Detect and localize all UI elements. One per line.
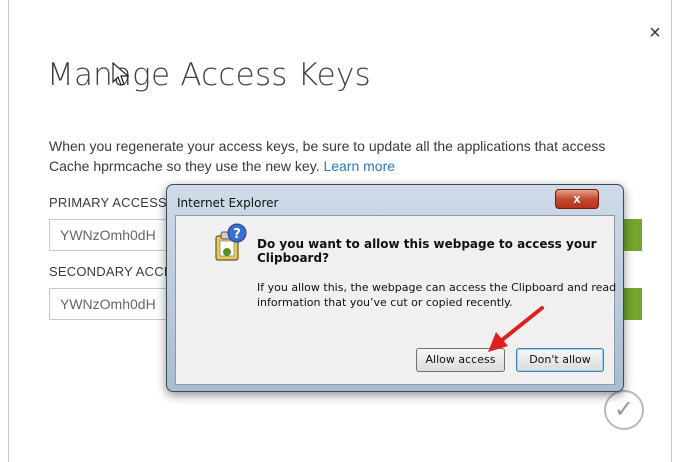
confirm-button[interactable]: ✓	[604, 390, 644, 430]
annotation-arrow-icon	[488, 306, 544, 352]
ie-clipboard-prompt: Internet Explorer x ? Do you want to all…	[166, 184, 624, 392]
learn-more-link[interactable]: Learn more	[323, 158, 395, 174]
secondary-key-label: SECONDARY ACCE	[49, 264, 173, 279]
close-icon[interactable]: ×	[646, 23, 664, 43]
ie-titlebar[interactable]: Internet Explorer x	[167, 185, 623, 213]
ie-window-title: Internet Explorer	[177, 196, 279, 210]
description: When you regenerate your access keys, be…	[49, 136, 639, 176]
ie-prompt-body: If you allow this, the webpage can acces…	[257, 281, 617, 309]
mouse-cursor-icon	[112, 62, 130, 86]
page-title: Manage Access Keys	[47, 57, 371, 93]
security-warning-icon: ?	[215, 223, 247, 261]
ie-prompt-heading: Do you want to allow this webpage to acc…	[257, 237, 597, 265]
svg-text:?: ?	[233, 227, 241, 242]
ie-close-button[interactable]: x	[555, 189, 599, 209]
ie-content: ? Do you want to allow this webpage to a…	[175, 215, 617, 385]
primary-key-label: PRIMARY ACCESS	[49, 195, 167, 210]
